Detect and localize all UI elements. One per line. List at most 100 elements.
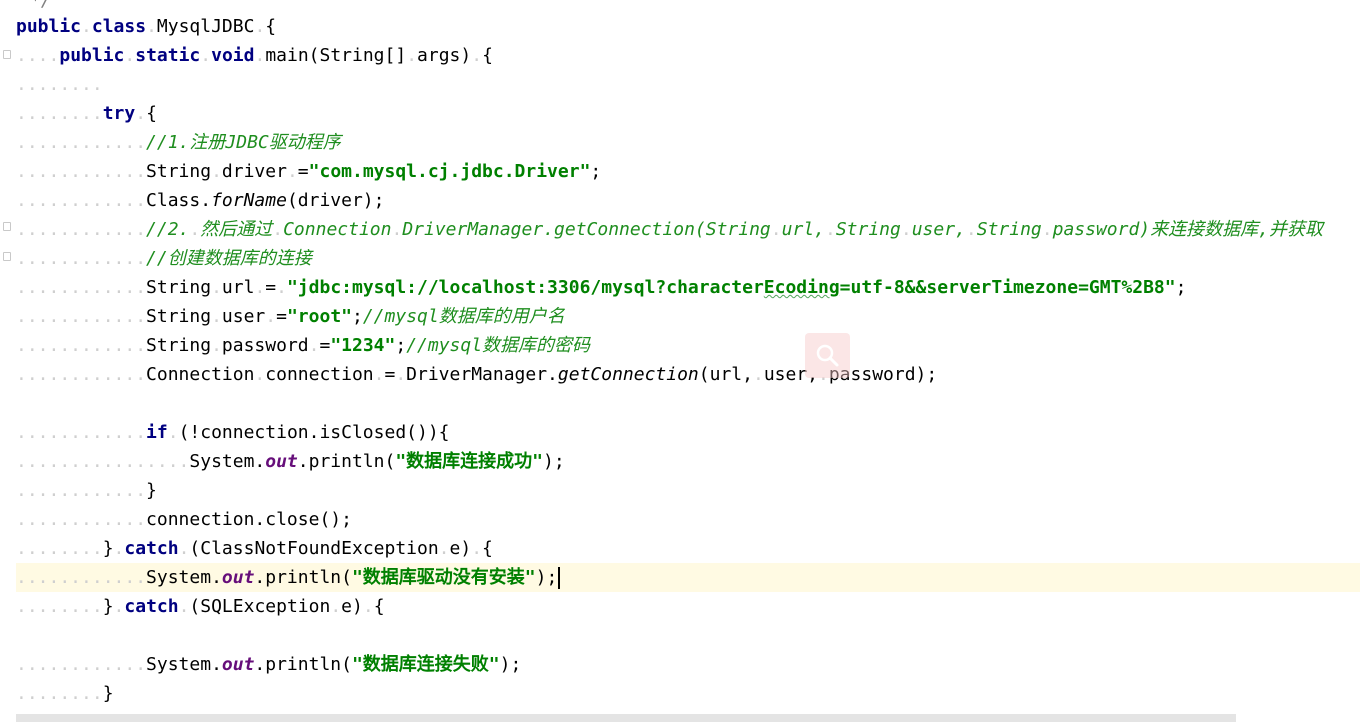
code-line[interactable]: ............Class.forName(driver);: [16, 186, 1360, 215]
fold-marker-icon[interactable]: [3, 222, 11, 231]
code-token: password)来连接数据库,并获取: [1052, 219, 1323, 240]
code-editor[interactable]: */ public.class.MysqlJDBC.{....public.st…: [0, 0, 1360, 722]
whitespace-marker: ................: [16, 451, 190, 472]
code-token: url,: [781, 219, 825, 240]
whitespace-marker: .: [265, 306, 277, 327]
whitespace-marker: .: [254, 16, 266, 37]
whitespace-marker: .: [124, 45, 136, 66]
code-token: "jdbc:mysql://localhost:3306/mysql?chara…: [286, 277, 764, 298]
code-line[interactable]: ............//创建数据库的连接: [16, 244, 1360, 273]
code-line[interactable]: ............connection.close();: [16, 505, 1360, 534]
whitespace-marker: ............: [16, 509, 147, 530]
whitespace-marker: .: [752, 364, 764, 385]
current-code-line[interactable]: ............System.out.println("数据库驱动没有安…: [16, 563, 1360, 592]
code-token: .println(: [297, 451, 396, 472]
code-token: "数据库连接成功": [395, 451, 543, 472]
whitespace-marker: .: [286, 161, 298, 182]
code-token: public: [16, 16, 82, 37]
code-line[interactable]: ........}.catch.(SQLException.e).{: [16, 592, 1360, 621]
code-line[interactable]: ............if.(!connection.isClosed()){: [16, 418, 1360, 447]
code-token: String: [146, 306, 212, 327]
whitespace-marker: .: [272, 219, 284, 240]
code-token: =: [265, 277, 277, 298]
whitespace-marker: .: [471, 45, 483, 66]
code-token: String: [146, 161, 212, 182]
whitespace-marker: ............: [16, 480, 147, 501]
whitespace-marker: ............: [16, 132, 147, 153]
code-token: {: [482, 538, 493, 559]
code-line[interactable]: [16, 621, 1360, 650]
code-token: String: [976, 219, 1042, 240]
search-overlay[interactable]: [805, 333, 850, 378]
whitespace-marker: .: [178, 596, 190, 617]
horizontal-scrollbar[interactable]: [16, 714, 1236, 722]
code-line[interactable]: ........}.catch.(ClassNotFoundException.…: [16, 534, 1360, 563]
code-token: .println(: [254, 567, 352, 588]
whitespace-marker: ............: [16, 277, 147, 298]
fold-marker-icon[interactable]: [3, 252, 11, 261]
code-token: connection: [265, 364, 374, 385]
whitespace-marker: .: [211, 161, 222, 182]
code-token: "数据库连接失败": [351, 654, 500, 675]
code-line[interactable]: ........try.{: [16, 99, 1360, 128]
code-token: "root": [286, 306, 352, 327]
code-line[interactable]: ............//2..然后通过.Connection.DriverM…: [16, 215, 1360, 244]
code-token: DriverManager.getConnection(String: [402, 219, 771, 240]
whitespace-marker: .: [824, 219, 836, 240]
whitespace-marker: .: [81, 16, 92, 37]
whitespace-marker: .: [330, 596, 342, 617]
whitespace-marker: ............: [16, 219, 147, 240]
code-token: static: [135, 45, 201, 66]
code-token: forName: [211, 190, 287, 211]
code-token: //mysql数据库的用户名: [362, 306, 565, 327]
whitespace-marker: .: [362, 596, 374, 617]
code-token: {: [482, 45, 493, 66]
code-line[interactable]: [16, 389, 1360, 418]
whitespace-marker: ............: [16, 306, 147, 327]
code-line[interactable]: ............}: [16, 476, 1360, 505]
text-caret: [558, 567, 561, 589]
code-line[interactable]: ............String.url.=."jdbc:mysql://l…: [16, 273, 1360, 302]
code-token: .println(: [254, 654, 352, 675]
code-line[interactable]: ............//1.注册JDBC驱动程序: [16, 128, 1360, 157]
code-token: driver: [221, 161, 287, 182]
code-line[interactable]: ............String.driver.="com.mysql.cj…: [16, 157, 1360, 186]
code-token: getConnection: [557, 364, 699, 385]
code-token: ;: [352, 306, 363, 327]
whitespace-marker: .: [254, 45, 266, 66]
code-token: if: [146, 422, 168, 443]
code-token: url: [221, 277, 255, 298]
code-line[interactable]: ....public.static.void.main(String[].arg…: [16, 41, 1360, 70]
code-line[interactable]: ................System.out.println("数据库连…: [16, 447, 1360, 476]
code-line[interactable]: ............System.out.println("数据库连接失败"…: [16, 650, 1360, 679]
code-line[interactable]: ............String.user.="root";//mysql数…: [16, 302, 1360, 331]
code-line[interactable]: ........: [16, 70, 1360, 99]
code-line[interactable]: public.class.MysqlJDBC.{: [16, 12, 1360, 41]
whitespace-marker: .: [254, 277, 266, 298]
code-token: "1234": [330, 335, 396, 356]
code-token: =: [384, 364, 396, 385]
code-token: ;: [1175, 277, 1187, 298]
whitespace-marker: ............: [16, 335, 147, 356]
whitespace-marker: .: [135, 103, 147, 124]
fold-marker-icon[interactable]: [3, 50, 11, 59]
code-token: }: [146, 480, 157, 501]
code-line[interactable]: ............Connection.connection.=.Driv…: [16, 360, 1360, 389]
code-token: System.: [189, 451, 266, 472]
code-token: =: [319, 335, 331, 356]
code-line[interactable]: ............String.password.="1234";//my…: [16, 331, 1360, 360]
whitespace-marker: ............: [16, 364, 147, 385]
whitespace-marker: .: [438, 538, 450, 559]
whitespace-marker: ........: [16, 538, 103, 559]
code-token: //2.: [146, 219, 190, 240]
whitespace-marker: .: [146, 16, 157, 37]
code-token: (SQLException: [189, 596, 331, 617]
editor-gutter: [0, 0, 14, 722]
code-token: args): [417, 45, 472, 66]
code-token: //mysql数据库的密码: [406, 335, 591, 356]
whitespace-marker: .: [1041, 219, 1053, 240]
code-token: }: [102, 596, 114, 617]
whitespace-marker: .: [167, 422, 179, 443]
whitespace-marker: .: [770, 219, 782, 240]
code-line[interactable]: ........}: [16, 679, 1360, 708]
